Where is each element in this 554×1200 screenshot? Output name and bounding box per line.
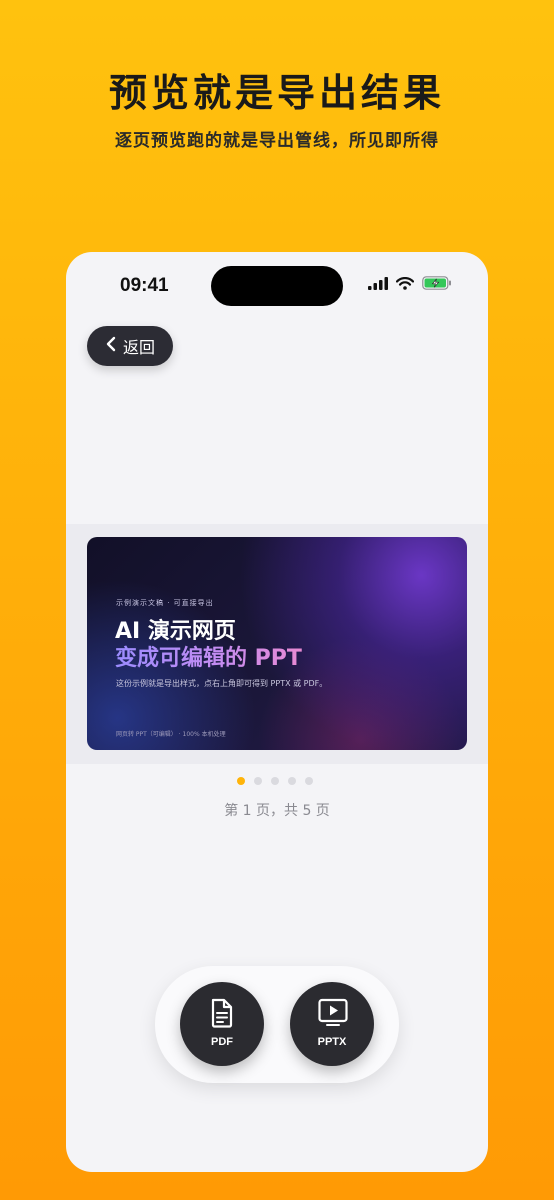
phone-screen: 09:41 返回 示例演示文稿 · 可直接导出 AI 演示网页 变成可编辑的 P…: [66, 252, 488, 1172]
battery-charging-icon: [422, 276, 452, 295]
export-pdf-button[interactable]: PDF: [180, 982, 264, 1066]
slide-title-line2: 变成可编辑的 PPT: [115, 640, 302, 672]
export-pptx-label: PPTX: [317, 1036, 347, 1048]
export-pptx-button[interactable]: PPTX: [290, 982, 374, 1066]
page-dot-2[interactable]: [254, 777, 262, 785]
slide-description: 这份示例就是导出样式，点右上角即可得到 PPTX 或 PDF。: [116, 679, 328, 688]
page-title: 预览就是导出结果: [108, 71, 445, 115]
page-dot-3[interactable]: [271, 777, 279, 785]
page-subtitle: 逐页预览跑的就是导出管线，所见即所得: [115, 131, 439, 151]
export-pdf-label: PDF: [211, 1036, 233, 1048]
signal-icon: [368, 276, 388, 295]
status-time: 09:41: [120, 275, 169, 296]
status-icons: [368, 276, 452, 295]
back-button-label: 返回: [122, 338, 155, 357]
chevron-left-icon: [105, 336, 117, 356]
slide-footer: 网页转 PPT（可编辑） · 100% 本机处理: [116, 731, 226, 738]
page-dot-1[interactable]: [237, 777, 245, 785]
page-dots: [237, 777, 313, 785]
page-dot-4[interactable]: [288, 777, 296, 785]
dynamic-island: [211, 266, 343, 306]
page-indicator: 第 1 页，共 5 页: [224, 803, 330, 819]
slide-preview[interactable]: 示例演示文稿 · 可直接导出 AI 演示网页 变成可编辑的 PPT 这份示例就是…: [87, 537, 467, 750]
slide-kicker: 示例演示文稿 · 可直接导出: [116, 599, 214, 607]
wifi-icon: [395, 276, 415, 295]
page-dot-5[interactable]: [305, 777, 313, 785]
back-button[interactable]: 返回: [87, 326, 173, 366]
